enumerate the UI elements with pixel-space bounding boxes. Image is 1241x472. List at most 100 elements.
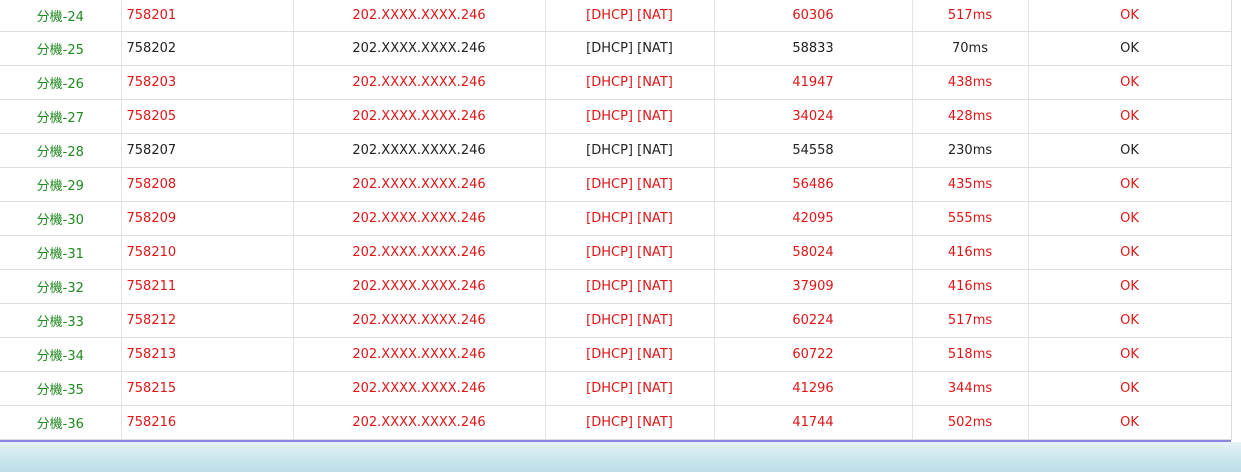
port-number: 34024	[714, 99, 913, 134]
ip-address: 202.XXXX.XXXX.246	[293, 31, 546, 66]
latency: 517ms	[912, 303, 1029, 338]
extension-name: 分機-27	[0, 99, 122, 134]
table-row: 分機-28 758207 202.XXXX.XXXX.246 [DHCP] [NAT]…	[0, 133, 1232, 168]
latency: 555ms	[912, 201, 1029, 236]
network-mode: [DHCP] [NAT]	[545, 337, 715, 372]
network-mode: [DHCP] [NAT]	[545, 167, 715, 202]
table-row: 分機-27 758205 202.XXXX.XXXX.246 [DHCP] [NAT]…	[0, 99, 1232, 134]
table-row: 分機-30 758209 202.XXXX.XXXX.246 [DHCP] [NAT]…	[0, 201, 1232, 236]
extension-number: 758201	[121, 0, 294, 32]
port-number: 58833	[714, 31, 913, 66]
network-mode: [DHCP] [NAT]	[545, 0, 715, 32]
status: OK	[1028, 201, 1232, 236]
network-mode: [DHCP] [NAT]	[545, 405, 715, 440]
ip-address: 202.XXXX.XXXX.246	[293, 201, 546, 236]
latency: 416ms	[912, 235, 1029, 270]
network-mode: [DHCP] [NAT]	[545, 133, 715, 168]
status: OK	[1028, 235, 1232, 270]
port-number: 60306	[714, 0, 913, 32]
extension-name: 分機-33	[0, 303, 122, 338]
ip-address: 202.XXXX.XXXX.246	[293, 65, 546, 100]
network-mode: [DHCP] [NAT]	[545, 31, 715, 66]
table-body: 分機-24 758201 202.XXXX.XXXX.246 [DHCP] [NAT]…	[0, 0, 1232, 440]
extension-name: 分機-29	[0, 167, 122, 202]
port-number: 60722	[714, 337, 913, 372]
latency: 230ms	[912, 133, 1029, 168]
latency: 344ms	[912, 371, 1029, 406]
extension-number: 758209	[121, 201, 294, 236]
extension-number: 758203	[121, 65, 294, 100]
network-mode: [DHCP] [NAT]	[545, 65, 715, 100]
extension-name: 分機-36	[0, 405, 122, 440]
extension-number: 758213	[121, 337, 294, 372]
status: OK	[1028, 405, 1232, 440]
extension-number: 758208	[121, 167, 294, 202]
extension-name: 分機-31	[0, 235, 122, 270]
ip-address: 202.XXXX.XXXX.246	[293, 303, 546, 338]
latency: 502ms	[912, 405, 1029, 440]
network-mode: [DHCP] [NAT]	[545, 201, 715, 236]
latency: 428ms	[912, 99, 1029, 134]
extension-name: 分機-30	[0, 201, 122, 236]
status: OK	[1028, 0, 1232, 32]
extension-name: 分機-25	[0, 31, 122, 66]
table-row: 分機-31 758210 202.XXXX.XXXX.246 [DHCP] [NAT]…	[0, 235, 1232, 270]
port-number: 41296	[714, 371, 913, 406]
extension-number: 758202	[121, 31, 294, 66]
latency: 518ms	[912, 337, 1029, 372]
table-row: 分機-29 758208 202.XXXX.XXXX.246 [DHCP] [NAT]…	[0, 167, 1232, 202]
extension-number: 758210	[121, 235, 294, 270]
table-row: 分機-26 758203 202.XXXX.XXXX.246 [DHCP] [NAT]…	[0, 65, 1232, 100]
network-mode: [DHCP] [NAT]	[545, 235, 715, 270]
scrollbar-track[interactable]	[1231, 0, 1241, 440]
ip-address: 202.XXXX.XXXX.246	[293, 269, 546, 304]
ip-address: 202.XXXX.XXXX.246	[293, 167, 546, 202]
ip-address: 202.XXXX.XXXX.246	[293, 405, 546, 440]
ip-address: 202.XXXX.XXXX.246	[293, 0, 546, 32]
extension-name: 分機-35	[0, 371, 122, 406]
ip-address: 202.XXXX.XXXX.246	[293, 133, 546, 168]
status: OK	[1028, 133, 1232, 168]
network-mode: [DHCP] [NAT]	[545, 99, 715, 134]
status: OK	[1028, 269, 1232, 304]
port-number: 41947	[714, 65, 913, 100]
port-number: 56486	[714, 167, 913, 202]
port-number: 58024	[714, 235, 913, 270]
port-number: 41744	[714, 405, 913, 440]
table-row: 分機-34 758213 202.XXXX.XXXX.246 [DHCP] [NAT]…	[0, 337, 1232, 372]
status: OK	[1028, 337, 1232, 372]
latency: 435ms	[912, 167, 1029, 202]
table-row: 分機-36 758216 202.XXXX.XXXX.246 [DHCP] [NAT]…	[0, 405, 1232, 440]
extension-number: 758216	[121, 405, 294, 440]
port-number: 54558	[714, 133, 913, 168]
extension-number: 758211	[121, 269, 294, 304]
extension-status-table: 分機-24 758201 202.XXXX.XXXX.246 [DHCP] [NAT]…	[0, 0, 1232, 440]
port-number: 60224	[714, 303, 913, 338]
latency: 517ms	[912, 0, 1029, 32]
extension-number: 758205	[121, 99, 294, 134]
extension-name: 分機-26	[0, 65, 122, 100]
ip-address: 202.XXXX.XXXX.246	[293, 235, 546, 270]
table-row: 分機-32 758211 202.XXXX.XXXX.246 [DHCP] [NAT]…	[0, 269, 1232, 304]
extension-number: 758207	[121, 133, 294, 168]
ip-address: 202.XXXX.XXXX.246	[293, 99, 546, 134]
latency: 70ms	[912, 31, 1029, 66]
status: OK	[1028, 167, 1232, 202]
extension-name: 分機-32	[0, 269, 122, 304]
status: OK	[1028, 31, 1232, 66]
table-row: 分機-25 758202 202.XXXX.XXXX.246 [DHCP] [NAT]…	[0, 31, 1232, 66]
status: OK	[1028, 65, 1232, 100]
ip-address: 202.XXXX.XXXX.246	[293, 371, 546, 406]
table-row: 分機-33 758212 202.XXXX.XXXX.246 [DHCP] [NAT]…	[0, 303, 1232, 338]
status: OK	[1028, 99, 1232, 134]
footer-bar	[0, 442, 1241, 472]
network-mode: [DHCP] [NAT]	[545, 269, 715, 304]
status: OK	[1028, 303, 1232, 338]
network-mode: [DHCP] [NAT]	[545, 371, 715, 406]
extension-number: 758212	[121, 303, 294, 338]
table-row: 分機-24 758201 202.XXXX.XXXX.246 [DHCP] [NAT]…	[0, 0, 1232, 32]
ip-address: 202.XXXX.XXXX.246	[293, 337, 546, 372]
extension-name: 分機-28	[0, 133, 122, 168]
port-number: 42095	[714, 201, 913, 236]
latency: 416ms	[912, 269, 1029, 304]
